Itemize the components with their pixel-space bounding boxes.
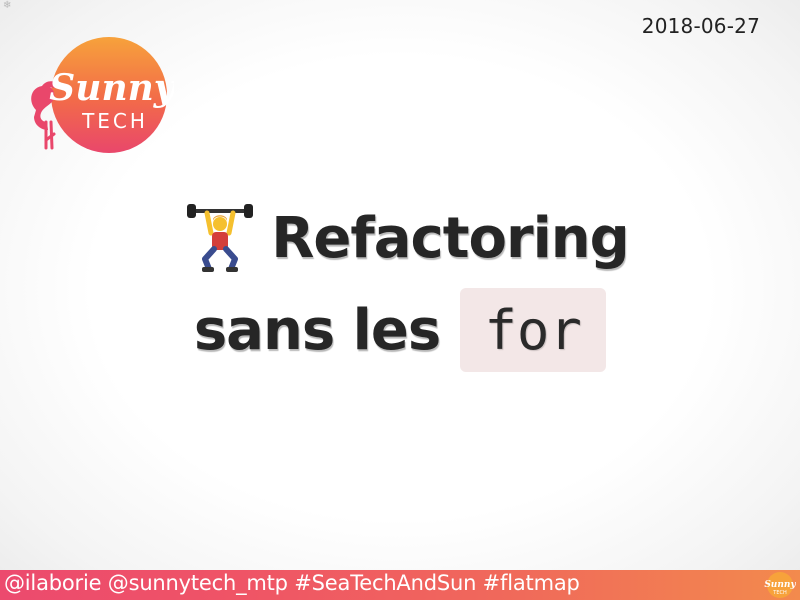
gear-icon[interactable]: ❄ bbox=[3, 1, 11, 11]
logo-text-top: Sunny bbox=[49, 67, 174, 109]
svg-text:TECH: TECH bbox=[772, 590, 787, 596]
slide-title: Refactoring sans les for bbox=[0, 188, 800, 372]
slide: { "date": "2018-06-27", "logo": { "icon"… bbox=[0, 0, 800, 600]
title-line-2: sans les for bbox=[0, 288, 800, 372]
logo-text-bottom: TECH bbox=[81, 109, 148, 133]
title-text-refactoring: Refactoring bbox=[271, 205, 629, 271]
sunny-tech-flamingo-logo-icon: Sunny TECH bbox=[31, 37, 174, 153]
title-line-1: Refactoring bbox=[0, 188, 800, 288]
footer-bar: @ilaborie @sunnytech_mtp #SeaTechAndSun … bbox=[0, 570, 800, 600]
svg-text:Sunny: Sunny bbox=[764, 580, 796, 590]
title-text-sans-les: sans les bbox=[193, 297, 441, 363]
sunny-tech-small-logo-icon: Sunny TECH bbox=[764, 572, 796, 598]
weightlifter-emoji-icon bbox=[187, 204, 254, 272]
code-keyword-for: for bbox=[460, 288, 607, 372]
sunny-tech-logo: Sunny TECH bbox=[24, 36, 174, 160]
footer-hashtags: @ilaborie @sunnytech_mtp #SeaTechAndSun … bbox=[4, 571, 580, 595]
date-label: 2018-06-27 bbox=[641, 14, 760, 38]
